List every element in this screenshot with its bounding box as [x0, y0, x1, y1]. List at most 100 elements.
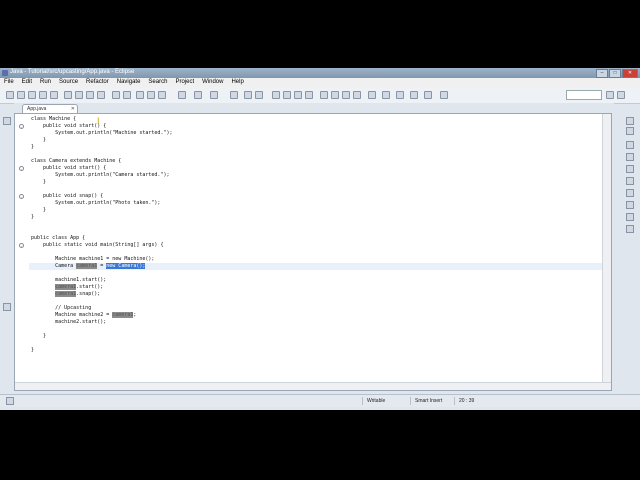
- menu-file[interactable]: File: [4, 78, 14, 87]
- new-package-icon[interactable]: [230, 91, 238, 99]
- terminal-icon[interactable]: [75, 91, 83, 99]
- console-icon[interactable]: [86, 91, 94, 99]
- code-line[interactable]: public static void main(String[] args) {: [31, 242, 163, 249]
- code-line[interactable]: // Upcasting: [31, 305, 91, 312]
- build-icon[interactable]: [64, 91, 72, 99]
- eclipse-logo-icon: [2, 70, 8, 76]
- menu-project[interactable]: Project: [175, 78, 194, 87]
- code-line[interactable]: Camera camera1 = new Camera();: [29, 263, 605, 270]
- open-type-icon[interactable]: [255, 91, 263, 99]
- code-line[interactable]: machine2.start();: [31, 319, 106, 326]
- minimize-view-icon[interactable]: [626, 117, 634, 125]
- tab-close-icon[interactable]: ✕: [71, 105, 75, 113]
- menu-help[interactable]: Help: [231, 78, 243, 87]
- maximize-view-icon[interactable]: [626, 127, 634, 135]
- minimize-button[interactable]: –: [596, 69, 608, 78]
- code-line[interactable]: public void start() {: [31, 165, 106, 172]
- code-line[interactable]: }: [31, 207, 46, 214]
- java-perspective-icon[interactable]: [617, 91, 625, 99]
- fast-view-icon[interactable]: [6, 397, 14, 405]
- menu-source[interactable]: Source: [59, 78, 78, 87]
- code-line[interactable]: }: [31, 347, 34, 354]
- code-line[interactable]: Machine machine2 = camera1;: [31, 312, 136, 319]
- javadoc-icon[interactable]: [626, 177, 634, 185]
- search-view-icon[interactable]: [626, 225, 634, 233]
- code-editor[interactable]: - - - - class Machine { public void start()…: [14, 113, 612, 391]
- menu-edit[interactable]: Edit: [22, 78, 32, 87]
- horizontal-scrollbar[interactable]: [15, 382, 611, 390]
- annotation-icon[interactable]: [320, 91, 328, 99]
- checkbox-icon[interactable]: [112, 91, 120, 99]
- close-button[interactable]: ✕: [622, 69, 638, 78]
- title-bar[interactable]: Java - Tutorial/src/upcasting/App.java -…: [0, 68, 640, 78]
- pin-icon[interactable]: [440, 91, 448, 99]
- code-line[interactable]: }: [31, 333, 46, 340]
- code-line[interactable]: System.out.println("Camera started.");: [31, 172, 169, 179]
- menu-refactor[interactable]: Refactor: [86, 78, 109, 87]
- code-line[interactable]: System.out.println("Photo taken.");: [31, 200, 160, 207]
- maximize-button[interactable]: □: [609, 69, 621, 78]
- folder-icon[interactable]: [283, 91, 291, 99]
- dropdown-icon[interactable]: [17, 91, 25, 99]
- clipboard-icon[interactable]: [97, 91, 105, 99]
- editor-gutter[interactable]: - - - -: [15, 114, 29, 390]
- back-icon[interactable]: [410, 91, 418, 99]
- minimized-view-icon[interactable]: [3, 303, 11, 311]
- edit-icon[interactable]: [294, 91, 302, 99]
- quick-access-input[interactable]: [566, 90, 602, 100]
- code-line[interactable]: System.out.println("Machine started.");: [31, 130, 172, 137]
- code-line[interactable]: machine1.start();: [31, 277, 106, 284]
- code-line[interactable]: }: [31, 144, 34, 151]
- menu-navigate[interactable]: Navigate: [117, 78, 141, 87]
- code-line[interactable]: class Machine {: [31, 116, 76, 123]
- grid-icon[interactable]: [136, 91, 144, 99]
- code-line[interactable]: public class App {: [31, 235, 85, 242]
- console-icon[interactable]: [626, 201, 634, 209]
- code-line[interactable]: }: [31, 214, 34, 221]
- new-class-icon[interactable]: [244, 91, 252, 99]
- menu-run[interactable]: Run: [40, 78, 51, 87]
- code-line[interactable]: Machine machine1 = new Machine();: [31, 256, 154, 263]
- menu-window[interactable]: Window: [202, 78, 223, 87]
- whitespace-icon[interactable]: [353, 91, 361, 99]
- task-list-icon[interactable]: [626, 153, 634, 161]
- print-icon[interactable]: [50, 91, 58, 99]
- window-icon[interactable]: [158, 91, 166, 99]
- menu-search[interactable]: Search: [148, 78, 167, 87]
- code-line[interactable]: }: [31, 137, 46, 144]
- restore-icon[interactable]: [3, 117, 11, 125]
- save-all-icon[interactable]: [39, 91, 47, 99]
- save-icon[interactable]: [28, 91, 36, 99]
- debug-icon[interactable]: [178, 91, 186, 99]
- run-icon[interactable]: [194, 91, 202, 99]
- external-tools-icon[interactable]: [210, 91, 218, 99]
- search-icon[interactable]: [272, 91, 280, 99]
- toggle-mark-icon[interactable]: [331, 91, 339, 99]
- code-line[interactable]: camera1.start();: [31, 284, 103, 291]
- code-line[interactable]: class Camera extends Machine {: [31, 158, 121, 165]
- block-select-icon[interactable]: [342, 91, 350, 99]
- next-annotation-icon[interactable]: [368, 91, 376, 99]
- code-line[interactable]: public void snap() {: [31, 193, 103, 200]
- problems-icon[interactable]: [626, 165, 634, 173]
- last-edit-icon[interactable]: [396, 91, 404, 99]
- fold-toggle-icon[interactable]: -: [19, 124, 24, 129]
- dropdown-icon[interactable]: [123, 91, 131, 99]
- code-line[interactable]: }: [31, 179, 46, 186]
- pencil-icon[interactable]: [305, 91, 313, 99]
- new-icon[interactable]: [6, 91, 14, 99]
- fold-toggle-icon[interactable]: -: [19, 166, 24, 171]
- prev-annotation-icon[interactable]: [382, 91, 390, 99]
- vertical-scrollbar[interactable]: [602, 114, 611, 390]
- fold-toggle-icon[interactable]: -: [19, 243, 24, 248]
- code-line[interactable]: public void start() {: [31, 123, 106, 130]
- grid-icon[interactable]: [147, 91, 155, 99]
- fold-toggle-icon[interactable]: -: [19, 194, 24, 199]
- tab-app-java[interactable]: App.java ✕: [22, 104, 78, 113]
- code-line[interactable]: camera1.snap();: [31, 291, 100, 298]
- outline-icon[interactable]: [626, 141, 634, 149]
- forward-icon[interactable]: [424, 91, 432, 99]
- perspective-icon[interactable]: [606, 91, 614, 99]
- declaration-icon[interactable]: [626, 189, 634, 197]
- progress-icon[interactable]: [626, 213, 634, 221]
